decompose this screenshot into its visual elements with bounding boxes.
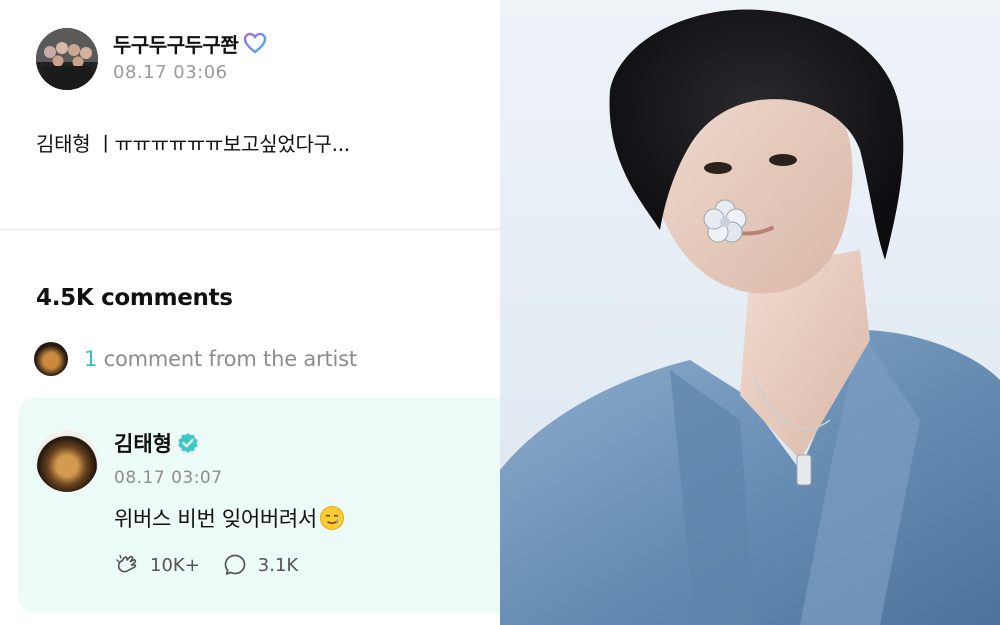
artist-name[interactable]: 김태형 — [114, 428, 172, 458]
artist-comment-body: 위버스 비번 잊어버려서 — [114, 503, 345, 533]
sad-smile-emoji-icon — [319, 506, 344, 530]
group-photo-avatar — [36, 28, 98, 90]
artist-avatar-small — [34, 342, 68, 376]
post-header: 두구두구두구쫜 08.17 03:06 — [36, 28, 267, 90]
author-block: 두구두구두구쫜 08.17 03:06 — [113, 28, 267, 83]
artist-comment-text: comment from the artist — [103, 347, 357, 371]
artist-comment-label: 1 comment from the artist — [84, 347, 357, 371]
reply-button[interactable]: 3.1K — [222, 552, 298, 578]
like-button[interactable]: 10K+ — [114, 552, 200, 578]
artist-comment-count: 1 — [84, 347, 98, 371]
artist-comment-timestamp: 08.17 03:07 — [114, 468, 223, 488]
author-row: 두구두구두구쫜 — [113, 28, 267, 58]
post-timestamp: 08.17 03:06 — [113, 62, 228, 83]
artist-portrait-image — [500, 0, 1000, 625]
artist-comment-card[interactable]: 김태형 08.17 03:07 위버스 비번 잊어버려서 10K+ 3.1K — [18, 398, 500, 613]
post-author-name[interactable]: 두구두구두구쫜 — [113, 29, 239, 58]
artist-name-row: 김태형 — [114, 428, 199, 458]
heart-icon — [244, 32, 267, 54]
reply-count: 3.1K — [257, 554, 299, 576]
comments-count: 4.5K comments — [36, 285, 233, 311]
post-body-text: 김태형 ㅣㅠㅠㅠㅠㅠㅠ보고싶었다구... — [36, 132, 350, 156]
artist-photo — [500, 0, 1000, 625]
author-avatar[interactable] — [36, 28, 98, 90]
verified-icon — [178, 433, 198, 453]
artist-comment-summary[interactable]: 1 comment from the artist — [34, 342, 357, 376]
artist-comment-actions: 10K+ 3.1K — [114, 552, 320, 578]
section-divider — [0, 228, 500, 231]
artist-avatar[interactable] — [36, 430, 98, 492]
weverse-post-panel: 두구두구두구쫜 08.17 03:06 김태형 ㅣㅠㅠㅠㅠㅠㅠ보고싶었다구...… — [0, 0, 500, 625]
like-count: 10K+ — [150, 554, 200, 576]
cheer-hand-icon — [116, 554, 137, 573]
speech-bubble-icon — [224, 554, 246, 575]
artist-comment-text-content: 위버스 비번 잊어버려서 — [114, 507, 317, 531]
